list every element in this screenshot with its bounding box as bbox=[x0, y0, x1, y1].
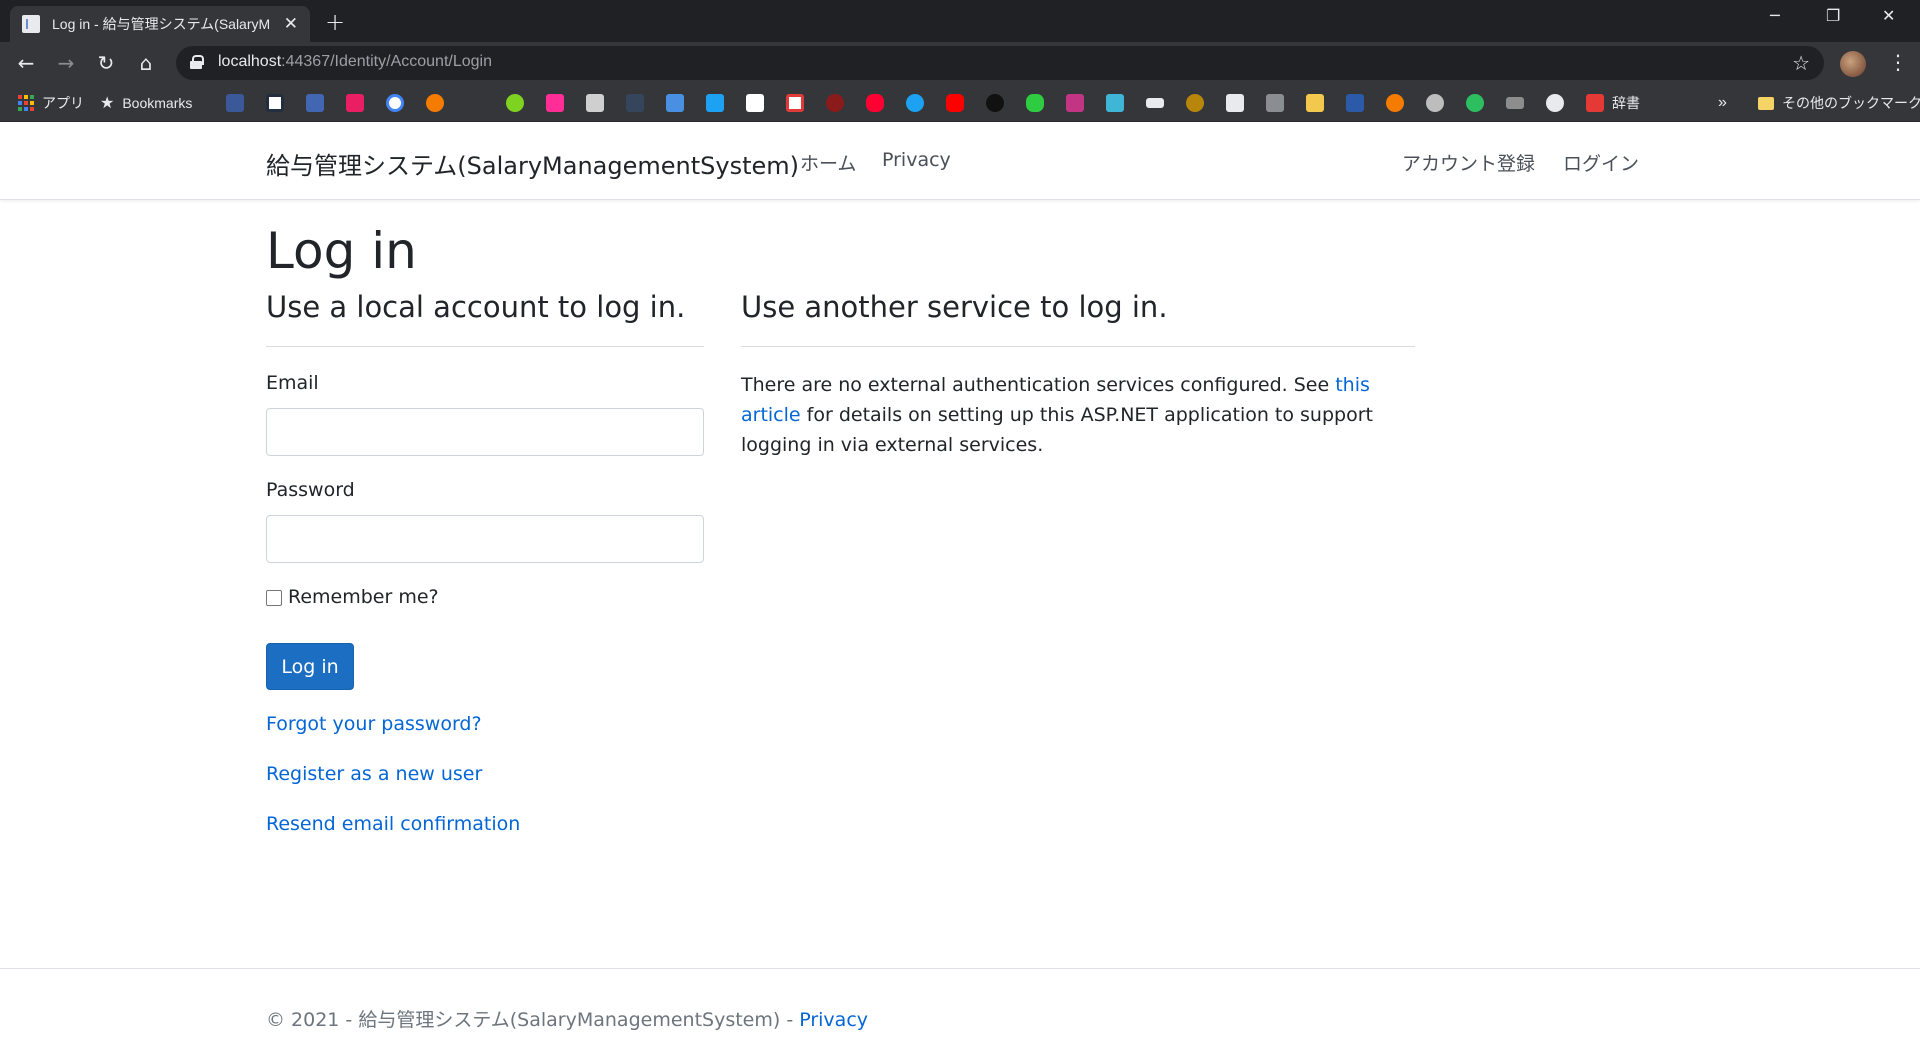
browser-tab[interactable]: Log in - 給与管理システム(SalaryM ✕ bbox=[10, 6, 310, 42]
nav-login-link[interactable]: ログイン bbox=[1563, 149, 1639, 176]
bookmark-bars-icon[interactable] bbox=[1506, 97, 1524, 109]
bookmark-apps[interactable]: アプリ bbox=[18, 84, 84, 122]
close-icon[interactable]: ✕ bbox=[284, 14, 298, 34]
external-info-text: There are no external authentication ser… bbox=[741, 374, 1373, 456]
bookmark-paw-icon[interactable] bbox=[826, 94, 844, 112]
bookmark-g-orange-icon[interactable] bbox=[426, 94, 444, 112]
bookmarks-bar: アプリ ★ Bookmarks 辞書 » その他のブックマーク bbox=[0, 84, 1920, 122]
password-field[interactable] bbox=[266, 515, 704, 563]
forward-arrow-icon[interactable]: → bbox=[54, 51, 78, 75]
register-link[interactable]: Register as a new user bbox=[266, 763, 482, 785]
nav-register-link[interactable]: アカウント登録 bbox=[1402, 149, 1535, 176]
page-viewport: 給与管理システム(SalaryManagementSystem) ホーム Pri… bbox=[0, 122, 1920, 1042]
bookmark-a-icon[interactable] bbox=[226, 94, 244, 112]
bookmark-music-icon[interactable] bbox=[1306, 94, 1324, 112]
bookmark-search-icon[interactable] bbox=[1426, 94, 1444, 112]
password-label: Password bbox=[266, 479, 355, 501]
bookmark-orange-round-icon[interactable] bbox=[1386, 94, 1404, 112]
bookmark-facebook-icon[interactable] bbox=[306, 94, 324, 112]
bookmark-yahoo-icon[interactable] bbox=[866, 94, 884, 112]
external-divider bbox=[741, 346, 1415, 347]
bookmark-bookmarks-label: Bookmarks bbox=[122, 95, 193, 111]
reload-icon[interactable]: ↻ bbox=[94, 51, 118, 75]
bookmark-wikipedia-icon[interactable] bbox=[746, 94, 764, 112]
resend-confirmation-link[interactable]: Resend email confirmation bbox=[266, 813, 520, 835]
bookmark-blue-doc-icon[interactable] bbox=[1346, 94, 1364, 112]
bookmark-tumblr-icon[interactable] bbox=[626, 94, 644, 112]
minimize-icon[interactable]: ─ bbox=[1770, 6, 1780, 25]
footer-privacy-link[interactable]: Privacy bbox=[799, 1009, 868, 1031]
bookmark-doc-icon[interactable] bbox=[586, 94, 604, 112]
bookmark-p-icon[interactable] bbox=[546, 94, 564, 112]
folder-icon bbox=[1758, 96, 1774, 110]
nav-home-link[interactable]: ホーム bbox=[800, 149, 856, 176]
footer-copyright: © 2021 - 給与管理システム(SalaryManagementSystem… bbox=[266, 1009, 800, 1031]
restore-icon[interactable]: ❐ bbox=[1826, 6, 1840, 25]
bookmark-dictionary-label: 辞書 bbox=[1612, 95, 1640, 111]
remember-me-label[interactable]: Remember me? bbox=[288, 586, 439, 608]
bookmark-gray-icon[interactable] bbox=[1266, 94, 1284, 112]
page-icon bbox=[22, 15, 40, 33]
bookmark-amazon-icon[interactable] bbox=[266, 94, 284, 112]
bookmark-green-at-icon[interactable] bbox=[506, 94, 524, 112]
site-footer: © 2021 - 給与管理システム(SalaryManagementSystem… bbox=[0, 968, 1920, 1042]
tab-title: Log in - 給与管理システム(SalaryM bbox=[52, 16, 271, 32]
local-divider bbox=[266, 346, 704, 347]
menu-kebab-icon[interactable]: ⋮ bbox=[1888, 50, 1908, 74]
remember-me-checkbox[interactable] bbox=[266, 590, 282, 606]
bookmark-apple-icon[interactable] bbox=[986, 94, 1004, 112]
home-icon[interactable]: ⌂ bbox=[134, 51, 158, 75]
apps-grid-icon bbox=[18, 95, 34, 111]
bookmark-clover-icon[interactable] bbox=[1026, 94, 1044, 112]
bookmark-badge-icon[interactable] bbox=[1186, 94, 1204, 112]
external-login-heading: Use another service to log in. bbox=[741, 290, 1168, 324]
email-label: Email bbox=[266, 372, 319, 394]
bookmark-mq-icon[interactable] bbox=[1146, 98, 1164, 108]
bookmark-calendar-icon[interactable] bbox=[1226, 94, 1244, 112]
bookmark-github-icon[interactable] bbox=[1546, 94, 1564, 112]
bookmark-google-icon[interactable] bbox=[386, 94, 404, 112]
bookmark-youtube-icon[interactable] bbox=[946, 94, 964, 112]
bookmark-messenger-icon[interactable] bbox=[666, 94, 684, 112]
dictionary-icon bbox=[1586, 94, 1604, 112]
bookmark-evernote-icon[interactable] bbox=[1466, 94, 1484, 112]
bookmark-bookmarks[interactable]: ★ Bookmarks bbox=[100, 84, 192, 122]
email-field[interactable] bbox=[266, 408, 704, 456]
lock-icon[interactable] bbox=[190, 55, 204, 69]
close-window-icon[interactable]: ✕ bbox=[1882, 6, 1895, 25]
bookmark-star-icon[interactable]: ☆ bbox=[1792, 51, 1810, 75]
address-bar[interactable]: localhost:44367/Identity/Account/Login ☆ bbox=[176, 46, 1824, 80]
bookmark-twitter-bird-icon[interactable] bbox=[906, 94, 924, 112]
url-text[interactable]: localhost:44367/Identity/Account/Login bbox=[218, 53, 492, 71]
other-bookmarks-label: その他のブックマーク bbox=[1782, 95, 1920, 111]
forgot-password-link[interactable]: Forgot your password? bbox=[266, 713, 482, 735]
login-button[interactable]: Log in bbox=[266, 643, 354, 690]
bookmark-w-red-icon[interactable] bbox=[786, 94, 804, 112]
other-bookmarks[interactable]: その他のブックマーク bbox=[1758, 84, 1920, 122]
page-title: Log in bbox=[266, 222, 417, 280]
browser-tab-bar: Log in - 給与管理システム(SalaryM ✕ + ─ ❐ ✕ bbox=[0, 0, 1920, 42]
bookmark-instagram-icon[interactable] bbox=[1066, 94, 1084, 112]
new-tab-plus-icon[interactable]: + bbox=[325, 8, 345, 36]
bookmarks-more-chevron-icon[interactable]: » bbox=[1718, 84, 1727, 122]
bookmark-cyan-icon[interactable] bbox=[1106, 94, 1124, 112]
star-icon: ★ bbox=[100, 95, 115, 112]
footer-text: © 2021 - 給与管理システム(SalaryManagementSystem… bbox=[266, 1005, 868, 1032]
browser-toolbar: ← → ↻ ⌂ localhost:44367/Identity/Account… bbox=[0, 42, 1920, 84]
bookmark-apps-label: アプリ bbox=[42, 95, 84, 111]
site-navbar: 給与管理システム(SalaryManagementSystem) ホーム Pri… bbox=[0, 122, 1920, 200]
back-arrow-icon[interactable]: ← bbox=[14, 51, 38, 75]
nav-privacy-link[interactable]: Privacy bbox=[882, 149, 951, 171]
bookmark-dictionary[interactable]: 辞書 bbox=[1586, 84, 1640, 122]
profile-avatar[interactable] bbox=[1840, 51, 1866, 77]
bookmark-f-icon[interactable] bbox=[346, 94, 364, 112]
site-brand-link[interactable]: 給与管理システム(SalaryManagementSystem) bbox=[266, 146, 799, 181]
bookmark-twitter-square-icon[interactable] bbox=[706, 94, 724, 112]
local-account-heading: Use a local account to log in. bbox=[266, 290, 686, 324]
